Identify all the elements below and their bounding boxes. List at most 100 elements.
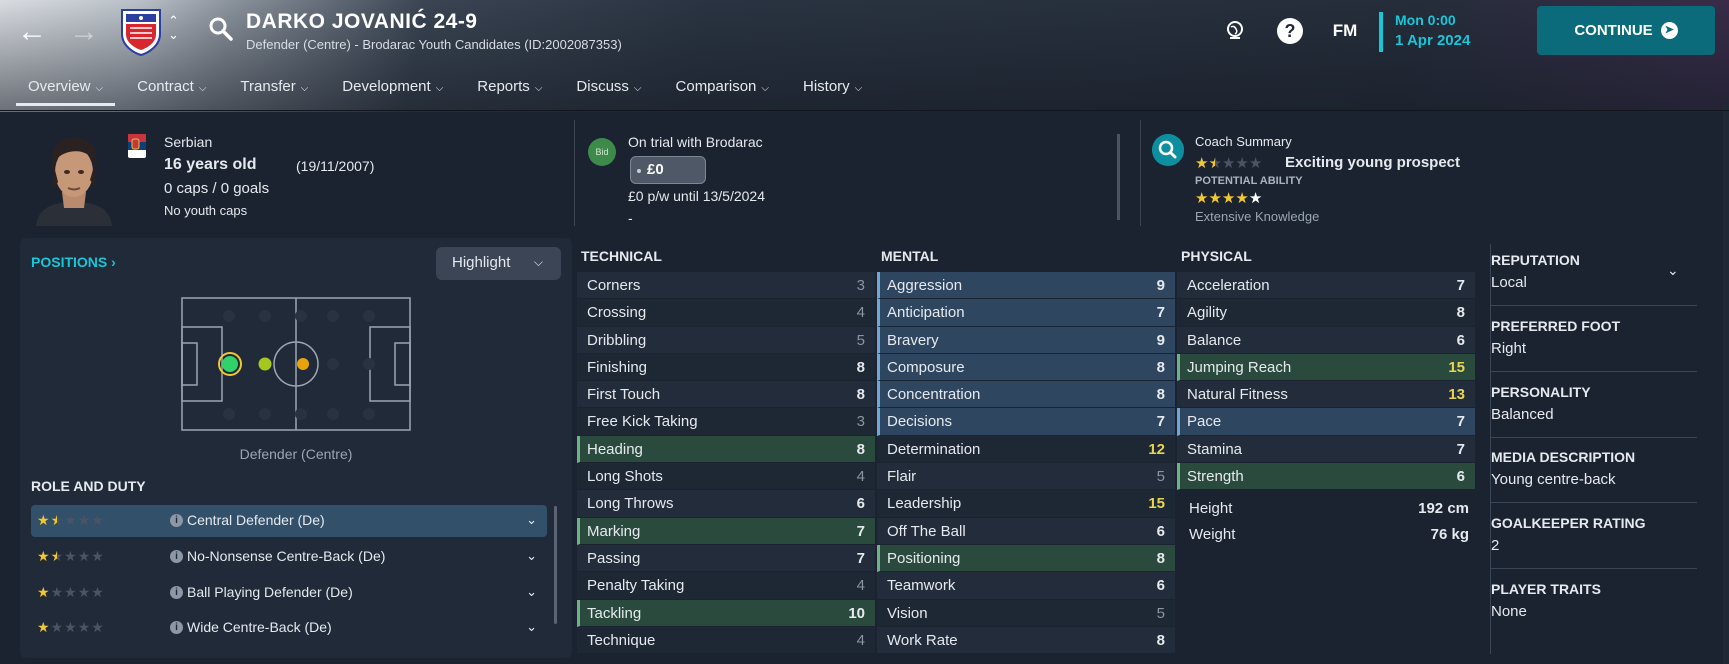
search-icon[interactable]	[208, 16, 234, 42]
chevron-down-icon[interactable]: ⌄	[526, 619, 537, 635]
attr-row-aggression[interactable]: Aggression 9	[877, 272, 1175, 300]
attr-row-vision[interactable]: Vision 5	[877, 599, 1175, 627]
tab-transfer[interactable]: Transfer ⌵	[228, 74, 320, 106]
chevron-down-icon[interactable]: ⌄	[526, 548, 537, 564]
crest-menu-chevron-icon[interactable]: ⌃ ⌄	[168, 14, 179, 42]
bid-badge[interactable]: Bid	[588, 138, 616, 166]
attr-row-balance[interactable]: Balance 6	[1177, 326, 1475, 354]
info-scrollbar[interactable]	[1117, 134, 1120, 220]
attr-row-passing[interactable]: Passing 7	[577, 544, 875, 573]
attr-row-jumping-reach[interactable]: Jumping Reach 15	[1177, 353, 1475, 382]
chevron-down-icon: ⌵	[854, 83, 863, 94]
role-rating-stars: ★★★★★	[37, 548, 105, 566]
youth-caps: No youth caps	[164, 203, 248, 218]
player-info-strip: Serbian 16 years old (19/11/2007) 0 caps…	[0, 120, 1729, 232]
tab-comparison[interactable]: Comparison ⌵	[664, 74, 781, 106]
tab-history[interactable]: History ⌵	[791, 74, 874, 106]
media-description-title: MEDIA DESCRIPTION	[1491, 449, 1636, 465]
tab-reports[interactable]: Reports ⌵	[465, 74, 554, 106]
attr-row-first-touch[interactable]: First Touch 8	[577, 381, 875, 409]
info-icon[interactable]: i	[170, 586, 183, 599]
serbia-flag-icon	[128, 134, 146, 158]
tab-overview[interactable]: Overview ⌵	[16, 74, 116, 106]
roles-scrollbar[interactable]	[554, 506, 557, 624]
transfer-fee-tag[interactable]: £0	[630, 156, 706, 184]
technical-title: TECHNICAL	[581, 248, 662, 264]
goalkeeper-rating-block: GOALKEEPER RATING 2	[1491, 515, 1697, 554]
attr-row-agility[interactable]: Agility 8	[1177, 299, 1475, 327]
attr-row-positioning[interactable]: Positioning 8	[877, 544, 1175, 573]
attr-row-flair[interactable]: Flair 5	[877, 463, 1175, 491]
attr-row-leadership[interactable]: Leadership 15	[877, 490, 1175, 518]
info-icon[interactable]: i	[170, 514, 183, 527]
height-row: Height 192 cm	[1189, 500, 1469, 526]
chevron-down-icon: ⌵	[198, 83, 207, 94]
star-icon: ★	[91, 548, 104, 564]
forward-arrow-icon[interactable]: →	[66, 14, 102, 50]
positions-link[interactable]: POSITIONS ›	[31, 254, 116, 270]
role-row-no-nonsense-centre-back[interactable]: ★★★★★ i No-Nonsense Centre-Back (De) ⌄	[31, 541, 547, 573]
attr-row-technique[interactable]: Technique 4	[577, 626, 875, 655]
player-portrait	[36, 138, 112, 226]
chevron-down-icon[interactable]: ⌄	[526, 584, 537, 600]
continue-button[interactable]: CONTINUE ➤	[1537, 6, 1715, 55]
player-subtitle[interactable]: Defender (Centre) - Brodarac Youth Candi…	[246, 37, 622, 52]
info-divider	[1140, 120, 1141, 226]
tab-contract[interactable]: Contract ⌵	[125, 74, 218, 106]
attr-row-corners[interactable]: Corners 3	[577, 272, 875, 300]
role-row-ball-playing-defender[interactable]: ★★★★★ i Ball Playing Defender (De) ⌄	[31, 577, 547, 609]
attr-row-bravery[interactable]: Bravery 9	[877, 326, 1175, 354]
attr-row-concentration[interactable]: Concentration 8	[877, 381, 1175, 409]
attr-row-determination[interactable]: Determination 12	[877, 435, 1175, 464]
info-icon[interactable]: i	[170, 621, 183, 634]
coach-report-search-icon[interactable]	[1152, 134, 1184, 166]
highlight-dropdown[interactable]: Highlight ⌵	[436, 247, 561, 280]
chevron-down-icon[interactable]: ⌄	[526, 512, 537, 528]
star-icon: ★	[77, 584, 91, 600]
attr-row-composure[interactable]: Composure 8	[877, 353, 1175, 382]
info-divider	[574, 120, 575, 226]
club-crest-icon[interactable]	[118, 6, 164, 56]
scout-knowledge: Extensive Knowledge	[1195, 209, 1320, 224]
media-description-value: Young centre-back	[1491, 471, 1616, 488]
tab-development[interactable]: Development ⌵	[330, 74, 455, 106]
goalkeeper-rating-value: 2	[1491, 537, 1500, 554]
chevron-down-icon[interactable]: ⌄	[1667, 262, 1679, 279]
attr-row-natural-fitness[interactable]: Natural Fitness 13	[1177, 381, 1475, 409]
attr-row-pace[interactable]: Pace 7	[1177, 408, 1475, 436]
role-row-wide-centre-back[interactable]: ★★★★★ i Wide Centre-Back (De) ⌄	[31, 612, 547, 644]
attr-row-free-kick-taking[interactable]: Free Kick Taking 3	[577, 408, 875, 436]
attr-row-strength[interactable]: Strength 6	[1177, 463, 1475, 491]
star-icon: ★	[50, 512, 64, 528]
date-of-birth: (19/11/2007)	[296, 158, 375, 174]
attr-row-stamina[interactable]: Stamina 7	[1177, 435, 1475, 464]
attr-row-dribbling[interactable]: Dribbling 5	[577, 326, 875, 354]
info-icon[interactable]: i	[170, 550, 183, 563]
attr-row-work-rate[interactable]: Work Rate 8	[877, 626, 1175, 655]
globe-icon[interactable]	[1220, 16, 1250, 46]
attr-row-long-shots[interactable]: Long Shots 4	[577, 463, 875, 491]
attr-row-anticipation[interactable]: Anticipation 7	[877, 299, 1175, 327]
role-row-central-defender[interactable]: ★★★★★ i Central Defender (De) ⌄	[31, 505, 547, 537]
weight-row: Weight 76 kg	[1189, 526, 1469, 552]
tab-discuss[interactable]: Discuss ⌵	[564, 74, 653, 106]
height-label: Height	[1189, 500, 1233, 517]
attr-row-decisions[interactable]: Decisions 7	[877, 408, 1175, 436]
attr-row-crossing[interactable]: Crossing 4	[577, 299, 875, 327]
attr-row-teamwork[interactable]: Teamwork 6	[877, 572, 1175, 600]
back-arrow-icon[interactable]: ←	[14, 14, 50, 50]
fm-logo-icon[interactable]: FM	[1330, 16, 1360, 46]
attr-row-penalty-taking[interactable]: Penalty Taking 4	[577, 572, 875, 600]
current-ability-stars: ★★★★★	[1195, 155, 1262, 173]
star-icon: ★	[1235, 190, 1249, 207]
attr-row-off-the-ball[interactable]: Off The Ball 6	[877, 517, 1175, 545]
attr-row-acceleration[interactable]: Acceleration 7	[1177, 272, 1475, 300]
attr-row-long-throws[interactable]: Long Throws 6	[577, 490, 875, 518]
wage-text: £0 p/w until 13/5/2024	[628, 188, 765, 204]
attr-row-tackling[interactable]: Tackling 10	[577, 599, 875, 627]
attr-row-heading[interactable]: Heading 8	[577, 435, 875, 464]
help-icon[interactable]: ?	[1275, 16, 1305, 46]
trial-extra: -	[628, 210, 633, 226]
attr-row-marking[interactable]: Marking 7	[577, 517, 875, 545]
attr-row-finishing[interactable]: Finishing 8	[577, 353, 875, 382]
